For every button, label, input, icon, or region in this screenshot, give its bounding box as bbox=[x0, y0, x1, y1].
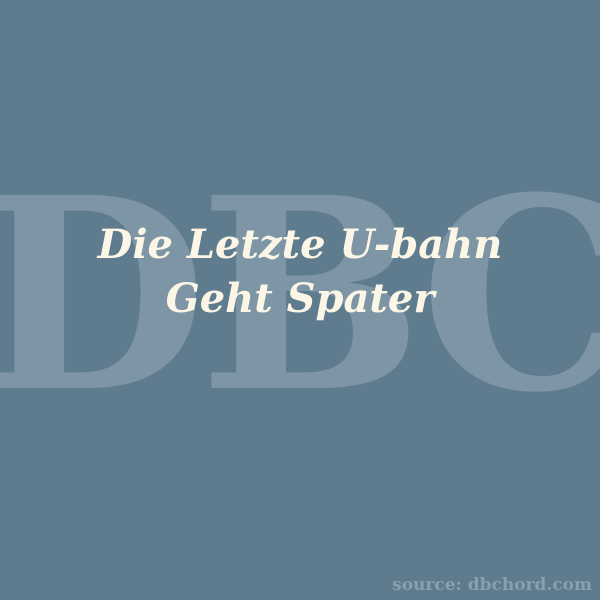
song-title-line-1: Die Letzte U-bahn bbox=[97, 221, 503, 268]
song-title: Die Letzte U-bahn Geht Spater bbox=[20, 218, 580, 326]
song-title-line-2: Geht Spater bbox=[165, 275, 435, 322]
source-credit: source: dbchord.com bbox=[392, 575, 592, 595]
image-canvas: DBC Die Letzte U-bahn Geht Spater source… bbox=[0, 0, 600, 600]
